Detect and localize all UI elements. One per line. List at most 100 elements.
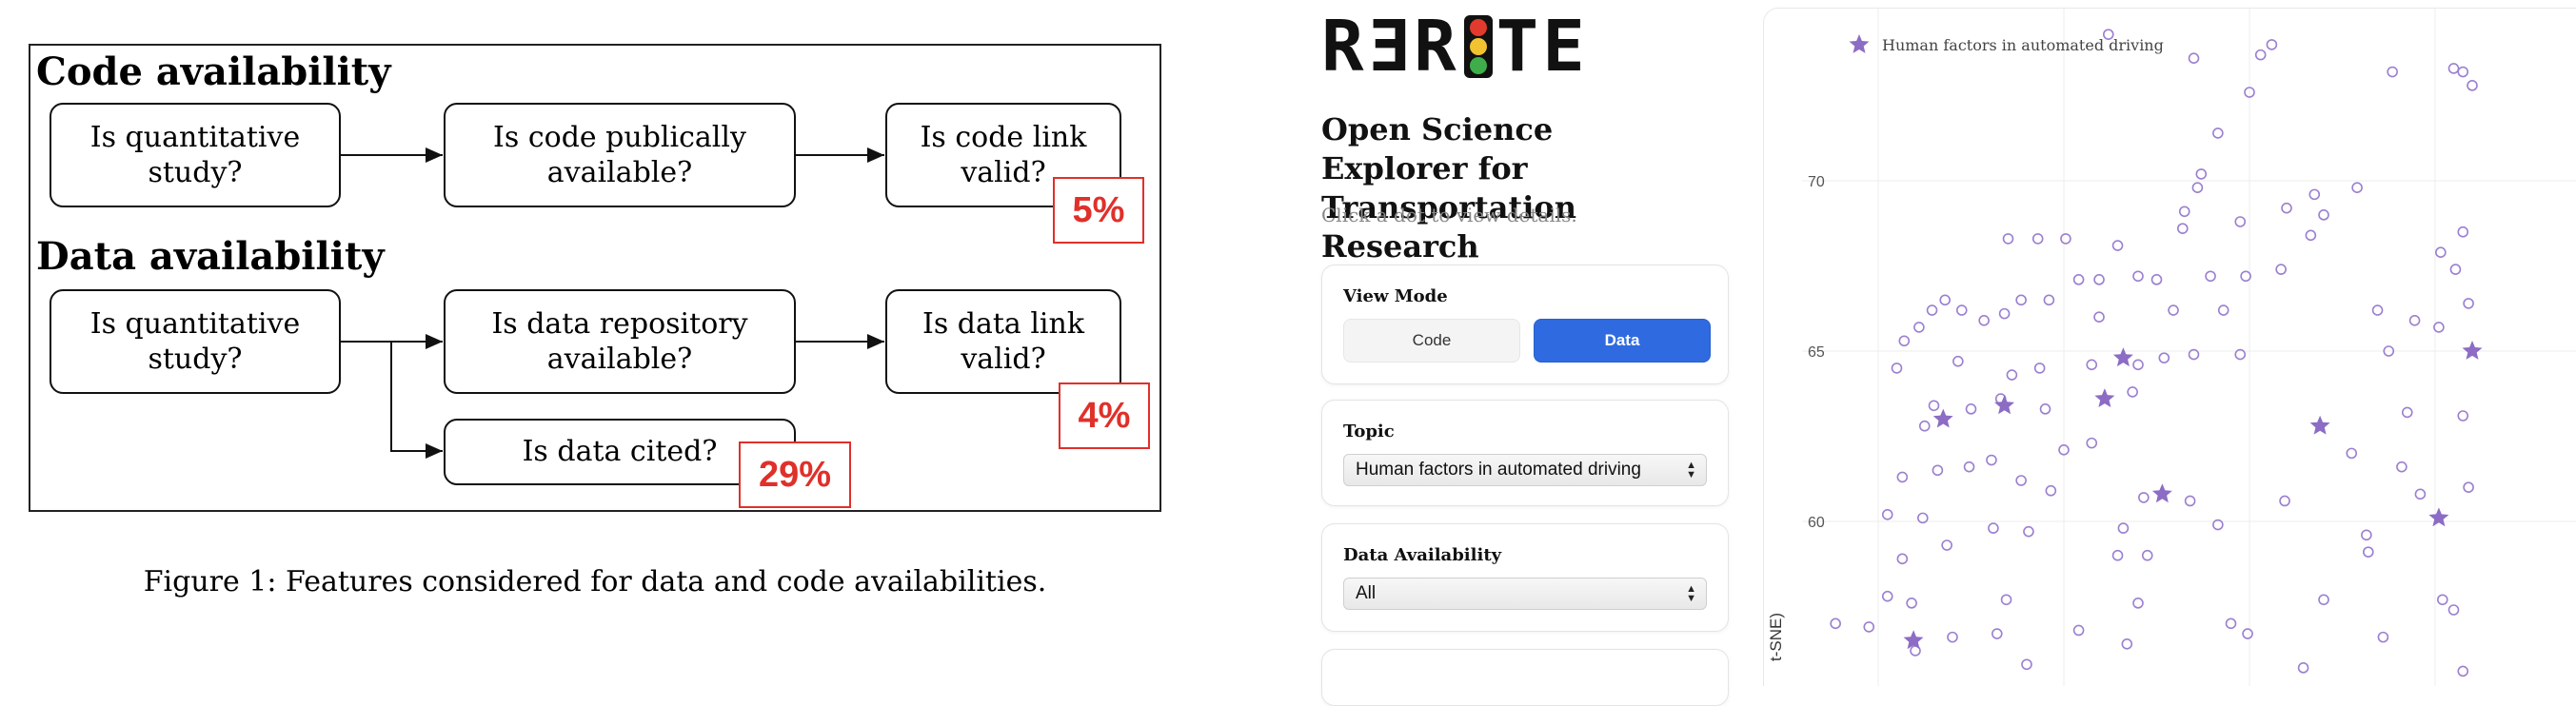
data-point: [2266, 39, 2278, 50]
arrow: [390, 342, 443, 459]
topic-select[interactable]: Human factors in automated driving ▲ ▼: [1343, 454, 1707, 486]
data-point: [2396, 461, 2408, 473]
data-point: [2318, 594, 2329, 606]
topic-label: Topic: [1343, 422, 1395, 441]
data-point: [1913, 322, 1925, 333]
data-point: [2297, 662, 2309, 674]
data-point: [1986, 454, 1997, 466]
data-point: [2043, 294, 2055, 306]
data-point: [1998, 307, 2011, 320]
data-point: [2463, 298, 2474, 309]
data-point: [2435, 246, 2447, 259]
data-point: [2346, 447, 2358, 460]
data-point: [2361, 529, 2372, 541]
view-mode-data-button[interactable]: Data: [1534, 319, 1711, 363]
app-title: Open Science Explorer for Transportation…: [1321, 111, 1576, 265]
data-point: [2217, 304, 2229, 316]
data-point: [2447, 604, 2460, 616]
y-tick-label: 60: [1808, 515, 1825, 531]
highlight-point-star: [2094, 388, 2115, 407]
data-point: [2072, 624, 2085, 637]
data-point: [2015, 294, 2027, 306]
data-point: [2234, 216, 2247, 227]
data-point: [2401, 406, 2413, 419]
topic-card: Topic Human factors in automated driving…: [1321, 400, 1729, 506]
app-logo: RƎR TE: [1321, 6, 1589, 88]
data-point: [2039, 403, 2051, 415]
data-point: [1988, 522, 1999, 534]
next-filter-card: [1321, 649, 1729, 706]
legend-star-icon: [1849, 34, 1870, 53]
data-point: [2138, 492, 2150, 503]
data-point: [2414, 488, 2427, 500]
data-point: [2371, 304, 2384, 316]
logo-light: [1469, 19, 1487, 36]
data-point: [2150, 274, 2163, 285]
data-point: [2205, 270, 2216, 283]
data-point: [2191, 182, 2204, 194]
highlight-point-star: [2462, 341, 2483, 360]
data-availability-select[interactable]: All ▲ ▼: [1343, 578, 1707, 610]
data-point: [1965, 403, 1977, 415]
data-point: [2132, 359, 2144, 371]
data-point: [2111, 240, 2124, 251]
scatter-plot-panel[interactable]: 60 65 70 t-SNE) Human factors in automated d…: [1763, 8, 2576, 686]
data-point: [2305, 229, 2317, 242]
highlight-point-star: [1932, 408, 1953, 428]
data-point: [2387, 66, 2398, 78]
data-point: [1952, 355, 1964, 367]
data-point: [2467, 80, 2478, 91]
data-point: [1891, 363, 1903, 374]
data-point: [2449, 264, 2462, 275]
data-point: [2168, 304, 2179, 316]
traffic-light-icon: [1463, 15, 1493, 78]
data-point: [1963, 461, 1975, 473]
data-point: [2002, 233, 2014, 245]
data-point: [2212, 127, 2224, 139]
scatter-plot[interactable]: 60 65 70 t-SNE) Human factors in automated d…: [1764, 9, 2576, 686]
logo-light: [1469, 57, 1487, 74]
data-point: [1896, 471, 1909, 483]
data-point: [2281, 202, 2292, 214]
click-hint: Click a dot to view details.: [1321, 204, 1577, 226]
data-point: [2111, 549, 2124, 561]
figure-caption: Figure 1: Features considered for data a…: [143, 565, 1047, 598]
data-point: [2141, 549, 2153, 561]
data-point: [2033, 363, 2046, 374]
data-point: [2463, 481, 2474, 493]
data-point: [2021, 658, 2032, 671]
data-availability-label: Data Availability: [1343, 545, 1502, 565]
data-point: [1881, 590, 1893, 602]
select-arrows-icon: ▲ ▼: [1686, 460, 1696, 480]
data-point: [2408, 314, 2421, 326]
data-point: [2447, 63, 2460, 74]
data-point: [2045, 484, 2057, 497]
data-point: [1955, 304, 1968, 316]
data-point: [2127, 386, 2138, 398]
data-point: [2093, 311, 2105, 324]
data-point: [2318, 209, 2329, 221]
data-point: [2132, 270, 2144, 283]
data-point: [2308, 188, 2321, 201]
logo-text-end: TE: [1496, 6, 1589, 88]
data-point: [2275, 264, 2287, 275]
data-point: [2377, 631, 2389, 643]
data-point: [2023, 525, 2034, 538]
data-point: [2457, 410, 2469, 422]
y-tick-label: 65: [1808, 344, 1825, 361]
view-mode-code-button[interactable]: Code: [1343, 319, 1520, 363]
highlight-point-star: [1994, 395, 2015, 415]
data-point: [1918, 420, 1931, 432]
data-point: [2086, 359, 2098, 371]
data-point: [2362, 546, 2374, 558]
data-point: [1947, 631, 1958, 643]
data-point: [2086, 437, 2098, 449]
data-point: [2158, 352, 2170, 363]
data-point: [2279, 495, 2290, 507]
data-point: [2132, 598, 2144, 609]
data-point: [1939, 294, 1951, 306]
flow-arrows: [341, 147, 884, 459]
data-point: [1896, 553, 1909, 565]
data-point: [2242, 628, 2253, 639]
view-mode-label: View Mode: [1343, 286, 1448, 306]
